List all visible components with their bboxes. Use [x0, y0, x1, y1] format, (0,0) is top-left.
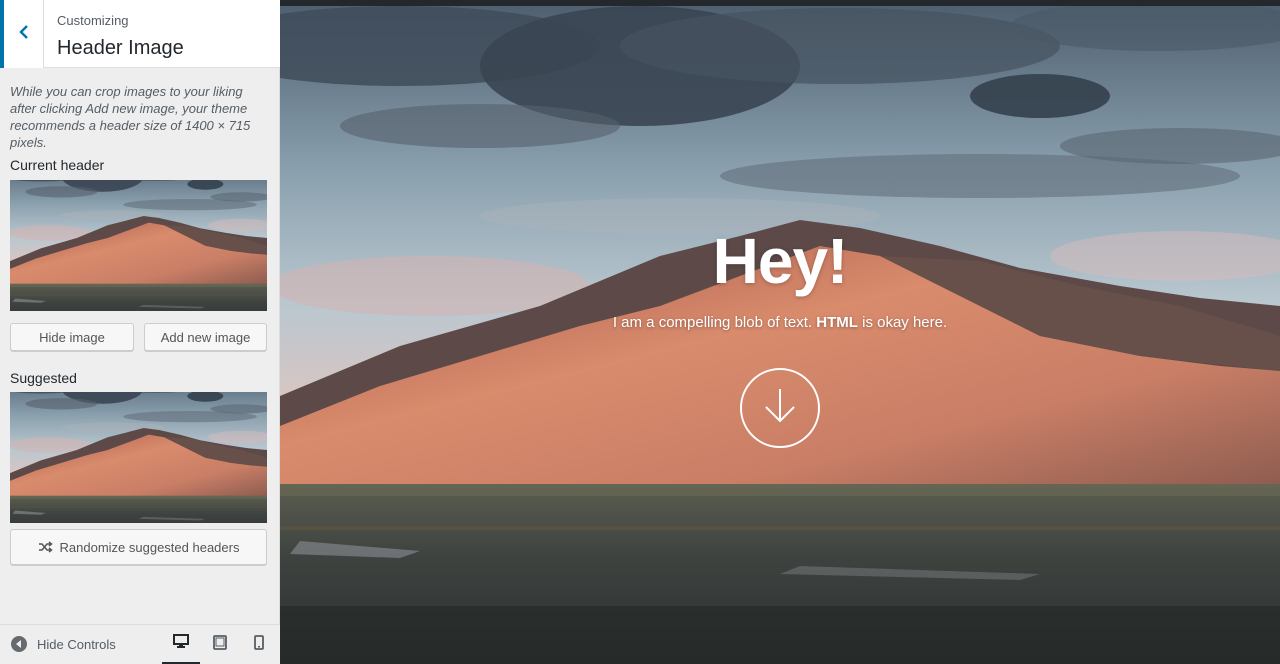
- hero-text-start: I am a compelling blob of text.: [612, 314, 817, 331]
- current-header-thumbnail[interactable]: [10, 180, 267, 311]
- chevron-left-icon: [18, 24, 30, 44]
- panel-title: Header Image: [57, 37, 184, 59]
- back-button[interactable]: [0, 0, 44, 68]
- mobile-icon: [254, 635, 264, 655]
- desktop-preview-button[interactable]: [162, 625, 200, 664]
- hero-text-bold: HTML: [816, 314, 858, 331]
- collapse-arrow-icon: [11, 636, 27, 652]
- suggested-label: Suggested: [10, 370, 77, 386]
- hide-image-button[interactable]: Hide image: [10, 323, 134, 351]
- arrow-down-icon: [763, 387, 797, 430]
- header-image: [280, 6, 1280, 664]
- tablet-preview-button[interactable]: [201, 625, 239, 664]
- hide-controls-label: Hide Controls: [37, 636, 116, 652]
- randomize-label: Randomize suggested headers: [59, 539, 240, 555]
- suggested-header-thumbnail[interactable]: [10, 392, 267, 523]
- current-header-label: Current header: [10, 157, 105, 173]
- panel-subtitle: Customizing: [57, 13, 129, 28]
- shuffle-icon: [38, 541, 53, 553]
- desktop-icon: [173, 634, 189, 653]
- header-size-description: While you can crop images to your liking…: [10, 84, 251, 150]
- customizer-footer: Hide Controls: [0, 624, 280, 664]
- hide-controls-button[interactable]: Hide Controls: [11, 636, 116, 652]
- scroll-down-button[interactable]: [740, 368, 820, 448]
- hero-text: I am a compelling blob of text. HTML is …: [280, 314, 1280, 331]
- customizer-header: Customizing Header Image: [0, 0, 280, 68]
- hero-title: Hey!: [712, 225, 849, 297]
- hero-text-end: is okay here.: [857, 314, 948, 331]
- mobile-preview-button[interactable]: [240, 625, 278, 664]
- tablet-icon: [213, 635, 227, 655]
- add-new-image-button[interactable]: Add new image: [144, 323, 267, 351]
- header-text: Customizing Header Image: [57, 13, 184, 62]
- randomize-suggested-headers-button[interactable]: Randomize suggested headers: [10, 529, 267, 565]
- customizer-sidebar: Customizing Header Image While you can c…: [0, 0, 280, 664]
- site-preview: Hey! I am a compelling blob of text. HTM…: [280, 6, 1280, 664]
